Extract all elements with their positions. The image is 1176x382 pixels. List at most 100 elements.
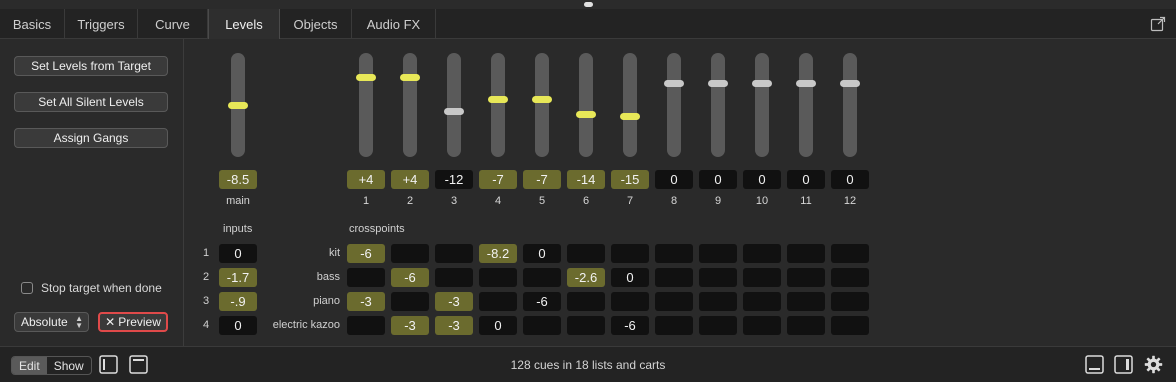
fader-value[interactable]: 0 xyxy=(787,170,825,189)
fader-value[interactable]: -7 xyxy=(523,170,561,189)
fader-knob[interactable] xyxy=(400,74,420,81)
crosspoint-cell[interactable] xyxy=(831,268,869,287)
crosspoint-cell[interactable] xyxy=(435,244,473,263)
crosspoint-cell[interactable]: 0 xyxy=(479,316,517,335)
crosspoint-cell[interactable] xyxy=(611,244,649,263)
crosspoint-cell[interactable]: 0 xyxy=(611,268,649,287)
level-mode-select[interactable]: Absolute ▲ ▼ xyxy=(14,312,89,332)
crosspoint-cell[interactable] xyxy=(567,292,605,311)
fader-value[interactable]: -7 xyxy=(479,170,517,189)
tab-objects[interactable]: Objects xyxy=(280,9,352,39)
crosspoint-cell[interactable]: -6 xyxy=(611,316,649,335)
fader-value[interactable]: 0 xyxy=(831,170,869,189)
tab-curve[interactable]: Curve xyxy=(138,9,208,39)
crosspoint-cell[interactable] xyxy=(479,292,517,311)
crosspoint-cell[interactable] xyxy=(391,292,429,311)
input-level-cell[interactable]: -.9 xyxy=(219,292,257,311)
fader-track[interactable] xyxy=(755,53,769,157)
fader-knob[interactable] xyxy=(840,80,860,87)
fader-track[interactable] xyxy=(447,53,461,157)
fader-track[interactable] xyxy=(623,53,637,157)
fader-track[interactable] xyxy=(359,53,373,157)
crosspoint-cell[interactable] xyxy=(699,268,737,287)
crosspoint-cell[interactable] xyxy=(655,268,693,287)
fader-track[interactable] xyxy=(711,53,725,157)
assign-gangs-button[interactable]: Assign Gangs xyxy=(14,128,168,148)
crosspoint-cell[interactable] xyxy=(787,268,825,287)
fader-value[interactable]: 0 xyxy=(699,170,737,189)
crosspoint-cell[interactable]: -8.2 xyxy=(479,244,517,263)
crosspoint-cell[interactable] xyxy=(699,316,737,335)
crosspoint-cell[interactable]: -3 xyxy=(435,316,473,335)
crosspoint-cell[interactable] xyxy=(787,244,825,263)
crosspoint-cell[interactable] xyxy=(699,244,737,263)
crosspoint-cell[interactable] xyxy=(567,316,605,335)
fader-knob[interactable] xyxy=(752,80,772,87)
crosspoint-cell[interactable] xyxy=(743,268,781,287)
crosspoint-cell[interactable] xyxy=(479,268,517,287)
fader-track[interactable] xyxy=(843,53,857,157)
crosspoint-cell[interactable] xyxy=(347,316,385,335)
fader-track[interactable] xyxy=(799,53,813,157)
crosspoint-cell[interactable] xyxy=(831,316,869,335)
tab-basics[interactable]: Basics xyxy=(0,9,65,39)
fader-value[interactable]: 0 xyxy=(655,170,693,189)
preview-button[interactable]: ✕ Preview xyxy=(98,312,168,332)
crosspoint-cell[interactable] xyxy=(391,244,429,263)
crosspoint-cell[interactable] xyxy=(743,316,781,335)
crosspoint-cell[interactable]: -2.6 xyxy=(567,268,605,287)
set-levels-from-target-button[interactable]: Set Levels from Target xyxy=(14,56,168,76)
fader-knob[interactable] xyxy=(356,74,376,81)
crosspoint-cell[interactable] xyxy=(611,292,649,311)
crosspoint-cell[interactable] xyxy=(523,268,561,287)
fader-track[interactable] xyxy=(491,53,505,157)
crosspoint-cell[interactable] xyxy=(699,292,737,311)
crosspoint-cell[interactable]: -3 xyxy=(347,292,385,311)
fader-track[interactable] xyxy=(403,53,417,157)
crosspoint-cell[interactable] xyxy=(787,316,825,335)
input-level-cell[interactable]: 0 xyxy=(219,244,257,263)
fader-knob[interactable] xyxy=(488,96,508,103)
set-all-silent-levels-button[interactable]: Set All Silent Levels xyxy=(14,92,168,112)
crosspoint-cell[interactable] xyxy=(743,292,781,311)
fader-track[interactable] xyxy=(535,53,549,157)
fader-knob[interactable] xyxy=(708,80,728,87)
crosspoint-cell[interactable]: -3 xyxy=(391,316,429,335)
input-level-cell[interactable]: -1.7 xyxy=(219,268,257,287)
fader-track[interactable] xyxy=(667,53,681,157)
crosspoint-cell[interactable]: -6 xyxy=(391,268,429,287)
stop-target-checkbox[interactable] xyxy=(21,282,33,294)
crosspoint-cell[interactable] xyxy=(655,244,693,263)
tab-levels[interactable]: Levels xyxy=(208,9,280,40)
crosspoint-cell[interactable]: -3 xyxy=(435,292,473,311)
fader-value[interactable]: -12 xyxy=(435,170,473,189)
tab-audio-fx[interactable]: Audio FX xyxy=(352,9,436,39)
gear-icon[interactable] xyxy=(1144,355,1163,374)
crosspoint-cell[interactable]: 0 xyxy=(523,244,561,263)
fader-value[interactable]: 0 xyxy=(743,170,781,189)
fader-knob[interactable] xyxy=(796,80,816,87)
crosspoint-cell[interactable] xyxy=(347,268,385,287)
fader-value[interactable]: -8.5 xyxy=(219,170,257,189)
bottom-panel-icon[interactable] xyxy=(1085,355,1104,374)
stop-target-option[interactable]: Stop target when done xyxy=(21,281,162,295)
fader-knob[interactable] xyxy=(228,102,248,109)
popout-icon[interactable] xyxy=(1150,16,1166,32)
crosspoint-cell[interactable] xyxy=(831,244,869,263)
crosspoint-cell[interactable] xyxy=(831,292,869,311)
right-sidebar-icon[interactable] xyxy=(1114,355,1133,374)
crosspoint-cell[interactable] xyxy=(743,244,781,263)
crosspoint-cell[interactable] xyxy=(655,316,693,335)
crosspoint-cell[interactable]: -6 xyxy=(347,244,385,263)
crosspoint-cell[interactable] xyxy=(787,292,825,311)
fader-knob[interactable] xyxy=(576,111,596,118)
fader-knob[interactable] xyxy=(444,108,464,115)
fader-value[interactable]: -15 xyxy=(611,170,649,189)
fader-knob[interactable] xyxy=(664,80,684,87)
crosspoint-cell[interactable]: -6 xyxy=(523,292,561,311)
crosspoint-cell[interactable] xyxy=(523,316,561,335)
crosspoint-cell[interactable] xyxy=(567,244,605,263)
fader-track[interactable] xyxy=(579,53,593,157)
fader-value[interactable]: +4 xyxy=(391,170,429,189)
fader-knob[interactable] xyxy=(532,96,552,103)
